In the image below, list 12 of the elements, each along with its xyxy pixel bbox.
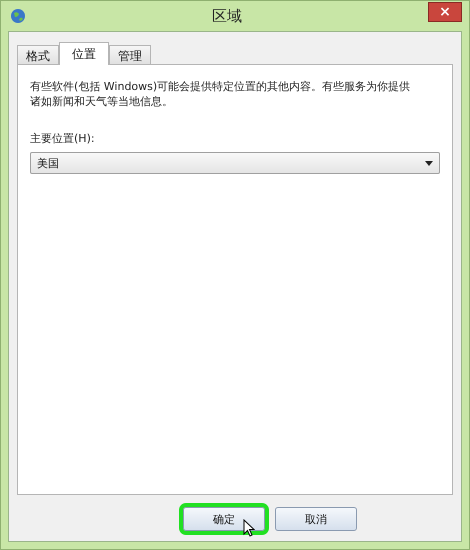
location-dropdown[interactable]: 美国 (30, 152, 440, 174)
tab[interactable]: 位置 (59, 42, 109, 65)
location-label: 主要位置(H): (30, 131, 96, 146)
description-text: 有些软件(包括 Windows)可能会提供特定位置的其他内容。有些服务为你提供诸如新闻和天气等当地信息。 (30, 79, 412, 109)
tab[interactable]: 格式 (17, 45, 59, 64)
close-button[interactable]: × (428, 2, 462, 22)
caret-icon (425, 160, 433, 166)
globe-icon (10, 8, 26, 24)
cancel-button[interactable]: 取消 (275, 507, 357, 531)
window-title: 区域 (211, 6, 243, 26)
mouse-pointer-icon (243, 519, 255, 537)
tab[interactable]: 管理 (109, 45, 151, 64)
